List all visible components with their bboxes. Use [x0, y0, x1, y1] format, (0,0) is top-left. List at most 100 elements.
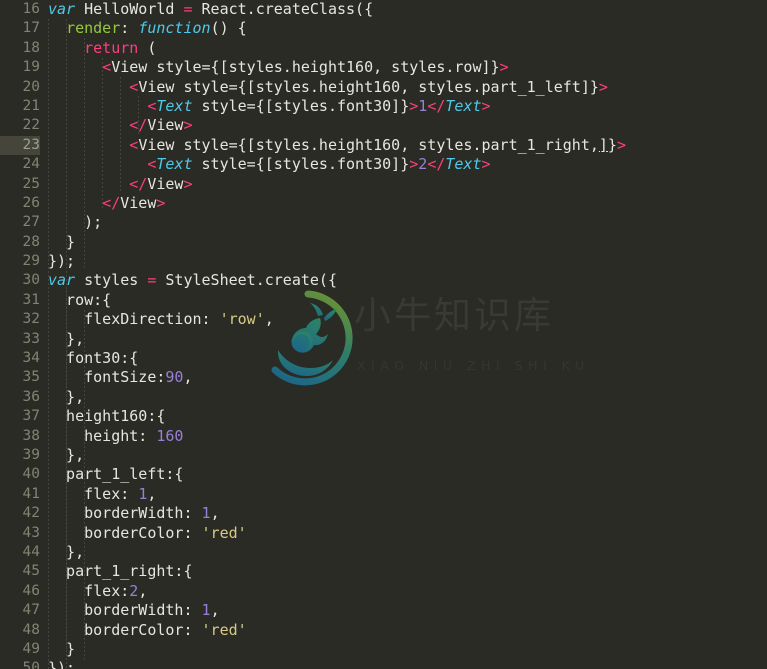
line-number[interactable]: 30 — [0, 271, 40, 290]
line-number[interactable]: 42 — [0, 504, 40, 523]
line-number[interactable]: 45 — [0, 562, 40, 581]
code-line-text[interactable]: var HelloWorld = React.createClass({ — [48, 0, 373, 19]
code-line[interactable]: 18 return ( — [0, 39, 767, 58]
line-number[interactable]: 17 — [0, 19, 40, 38]
code-line-text[interactable]: }); — [48, 659, 75, 669]
line-number[interactable]: 50 — [0, 659, 40, 669]
code-line[interactable]: 36 }, — [0, 388, 767, 407]
code-line[interactable]: 20 <View style={[styles.height160, style… — [0, 78, 767, 97]
code-line[interactable]: 43 borderColor: 'red' — [0, 524, 767, 543]
code-line-text[interactable]: height160:{ — [48, 407, 165, 426]
code-line-text[interactable]: part_1_right:{ — [48, 562, 192, 581]
line-number[interactable]: 21 — [0, 97, 40, 116]
line-number[interactable]: 32 — [0, 310, 40, 329]
code-line-text[interactable]: <View style={[styles.height160, styles.p… — [48, 78, 608, 97]
code-line-text[interactable]: flexDirection: 'row', — [48, 310, 274, 329]
code-line[interactable]: 26 </View> — [0, 194, 767, 213]
code-line[interactable]: 38 height: 160 — [0, 427, 767, 446]
line-number[interactable]: 35 — [0, 368, 40, 387]
code-line[interactable]: 29}); — [0, 252, 767, 271]
code-line-text[interactable]: }); — [48, 252, 75, 271]
code-line[interactable]: 27 ); — [0, 213, 767, 232]
code-line-text[interactable]: borderColor: 'red' — [48, 524, 247, 543]
code-line[interactable]: 46 flex:2, — [0, 582, 767, 601]
code-line-text[interactable]: fontSize:90, — [48, 368, 192, 387]
line-number[interactable]: 33 — [0, 330, 40, 349]
code-line[interactable]: 50}); — [0, 659, 767, 669]
code-line-text[interactable]: return ( — [48, 39, 156, 58]
line-number[interactable]: 24 — [0, 155, 40, 174]
code-line-text[interactable]: part_1_left:{ — [48, 465, 183, 484]
line-number[interactable]: 19 — [0, 58, 40, 77]
code-line[interactable]: 19 <View style={[styles.height160, style… — [0, 58, 767, 77]
code-line[interactable]: 39 }, — [0, 446, 767, 465]
code-line[interactable]: 37 height160:{ — [0, 407, 767, 426]
line-number[interactable]: 20 — [0, 78, 40, 97]
code-line-text[interactable]: }, — [48, 446, 84, 465]
code-line-text[interactable]: ); — [48, 213, 102, 232]
code-line-text[interactable]: var styles = StyleSheet.create({ — [48, 271, 337, 290]
code-line[interactable]: 25 </View> — [0, 175, 767, 194]
line-number[interactable]: 25 — [0, 175, 40, 194]
code-line-text[interactable]: </View> — [48, 194, 165, 213]
code-line-text[interactable]: borderWidth: 1, — [48, 601, 219, 620]
code-line[interactable]: 24 <Text style={[styles.font30]}>2</Text… — [0, 155, 767, 174]
code-line[interactable]: 34 font30:{ — [0, 349, 767, 368]
line-number[interactable]: 28 — [0, 233, 40, 252]
code-line[interactable]: 30 var styles = StyleSheet.create({ — [0, 271, 767, 290]
line-number[interactable]: 37 — [0, 407, 40, 426]
code-line[interactable]: 47 borderWidth: 1, — [0, 601, 767, 620]
line-number[interactable]: 40 — [0, 465, 40, 484]
code-line[interactable]: 42 borderWidth: 1, — [0, 504, 767, 523]
code-line-text[interactable]: <View style={[styles.height160, styles.p… — [48, 136, 626, 155]
line-number[interactable]: 31 — [0, 291, 40, 310]
line-number[interactable]: 46 — [0, 582, 40, 601]
code-line[interactable]: 40 part_1_left:{ — [0, 465, 767, 484]
line-number[interactable]: 26 — [0, 194, 40, 213]
code-line-text[interactable]: height: 160 — [48, 427, 183, 446]
line-number[interactable]: 49 — [0, 640, 40, 659]
line-number[interactable]: 36 — [0, 388, 40, 407]
code-line[interactable]: 23 <View style={[styles.height160, style… — [0, 135, 767, 156]
line-number[interactable]: 18 — [0, 39, 40, 58]
code-line-text[interactable]: <View style={[styles.height160, styles.r… — [48, 58, 508, 77]
line-number[interactable]: 23 — [0, 135, 40, 156]
line-number[interactable]: 41 — [0, 485, 40, 504]
line-number[interactable]: 16 — [0, 0, 40, 19]
line-number[interactable]: 27 — [0, 213, 40, 232]
code-content[interactable]: 16 var HelloWorld = React.createClass({ 17… — [0, 0, 767, 669]
code-line-text[interactable]: } — [48, 640, 75, 659]
code-line-text[interactable]: </View> — [48, 175, 192, 194]
code-line-text[interactable]: }, — [48, 388, 84, 407]
code-line[interactable]: 44 }, — [0, 543, 767, 562]
code-line-text[interactable]: </View> — [48, 116, 192, 135]
code-line[interactable]: 45 part_1_right:{ — [0, 562, 767, 581]
code-line[interactable]: 48 borderColor: 'red' — [0, 621, 767, 640]
line-number[interactable]: 39 — [0, 446, 40, 465]
code-line-text[interactable]: }, — [48, 330, 84, 349]
code-line-text[interactable]: <Text style={[styles.font30]}>1</Text> — [48, 97, 490, 116]
code-line[interactable]: 33 }, — [0, 330, 767, 349]
code-line-text[interactable]: }, — [48, 543, 84, 562]
line-number[interactable]: 38 — [0, 427, 40, 446]
code-line-text[interactable]: font30:{ — [48, 349, 138, 368]
code-line[interactable]: 49 } — [0, 640, 767, 659]
code-line-text[interactable]: flex:2, — [48, 582, 147, 601]
line-number[interactable]: 29 — [0, 252, 40, 271]
code-line-text[interactable]: render: function() { — [48, 19, 247, 38]
code-line[interactable]: 35 fontSize:90, — [0, 368, 767, 387]
code-line[interactable]: 22 </View> — [0, 116, 767, 135]
code-line[interactable]: 21 <Text style={[styles.font30]}>1</Text… — [0, 97, 767, 116]
code-line[interactable]: 31 row:{ — [0, 291, 767, 310]
code-line-text[interactable]: <Text style={[styles.font30]}>2</Text> — [48, 155, 490, 174]
line-number[interactable]: 44 — [0, 543, 40, 562]
code-line-text[interactable]: borderColor: 'red' — [48, 621, 247, 640]
code-line[interactable]: 41 flex: 1, — [0, 485, 767, 504]
code-line[interactable]: 28 } — [0, 233, 767, 252]
line-number[interactable]: 47 — [0, 601, 40, 620]
line-number[interactable]: 43 — [0, 524, 40, 543]
code-editor[interactable]: 小牛知识库 XIAO NIU ZHI SHI KU 16 var HelloWor… — [0, 0, 767, 669]
code-line[interactable]: 32 flexDirection: 'row', — [0, 310, 767, 329]
code-line-text[interactable]: row:{ — [48, 291, 111, 310]
line-number[interactable]: 22 — [0, 116, 40, 135]
